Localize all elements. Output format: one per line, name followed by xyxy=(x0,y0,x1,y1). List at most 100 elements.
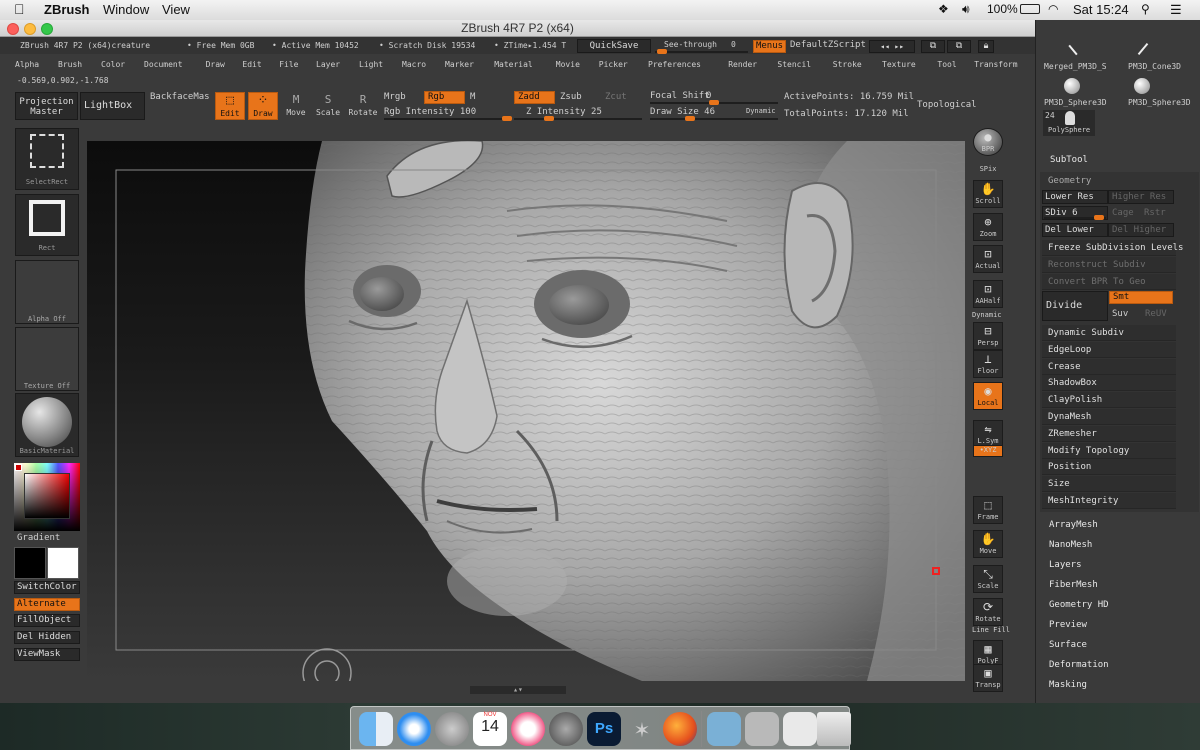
apple-menu-icon[interactable]:  xyxy=(14,1,25,17)
color-picker-square[interactable] xyxy=(24,473,70,519)
interface-arrows-icon[interactable]: ◂◂ ▸▸ xyxy=(869,40,915,53)
geometry-dynamesh-button[interactable]: DynaMesh xyxy=(1042,409,1176,425)
menu-draw[interactable]: Draw xyxy=(206,60,225,69)
menu-file[interactable]: File xyxy=(279,60,298,69)
frame-button[interactable]: ⬚ Frame xyxy=(973,496,1003,524)
color-picker[interactable] xyxy=(14,463,80,531)
edit-mode-button[interactable]: ⬚ Edit xyxy=(215,92,245,120)
subtool-section[interactable]: SubTool xyxy=(1050,155,1088,165)
rect-button[interactable]: Rect xyxy=(15,194,79,256)
menu-stroke[interactable]: Stroke xyxy=(833,60,862,69)
menu-brush[interactable]: Brush xyxy=(58,60,82,69)
freeze-subdiv-button[interactable]: Freeze SubDivision Levels xyxy=(1042,240,1183,256)
draw-mode-button[interactable]: ⁘ Draw xyxy=(248,92,278,120)
sphere-thumb-icon-2[interactable] xyxy=(1134,78,1150,94)
cage-button[interactable]: Cage xyxy=(1112,208,1134,218)
xyz-button[interactable]: •XYZ xyxy=(973,445,1003,457)
section-deformation[interactable]: Deformation xyxy=(1049,660,1109,670)
geometry-edgeloop-button[interactable]: EdgeLoop xyxy=(1042,341,1176,358)
view-menu[interactable]: View xyxy=(162,2,190,17)
menu-tool[interactable]: Tool xyxy=(937,60,956,69)
menu-edit[interactable]: Edit xyxy=(242,60,261,69)
del-higher-button[interactable]: Del Higher xyxy=(1108,223,1174,237)
geometry-header[interactable]: Geometry xyxy=(1048,176,1091,186)
dropbox-icon[interactable]: ❖ xyxy=(938,2,949,16)
section-arraymesh[interactable]: ArrayMesh xyxy=(1049,520,1098,530)
section-geometry-hd[interactable]: Geometry HD xyxy=(1049,600,1109,610)
focal-shift-slider[interactable] xyxy=(650,100,778,105)
canvas-scroll-handle-icon[interactable]: ▴▾ xyxy=(470,686,566,694)
photoshop-icon[interactable]: Ps xyxy=(587,712,621,746)
secondary-color-swatch[interactable] xyxy=(47,547,79,579)
zsub-button[interactable]: Zsub xyxy=(560,92,582,102)
clock[interactable]: Sat 15:24 xyxy=(1073,2,1129,17)
slider-knob[interactable] xyxy=(544,116,554,121)
move-view-button[interactable]: ✋ Move xyxy=(973,530,1003,558)
section-masking[interactable]: Masking xyxy=(1049,680,1087,690)
menu-picker[interactable]: Picker xyxy=(599,60,628,69)
section-layers[interactable]: Layers xyxy=(1049,560,1082,570)
trash-icon[interactable] xyxy=(817,712,851,746)
calendar-icon[interactable]: NOV 14 xyxy=(473,712,507,746)
local-button[interactable]: ◉ Local xyxy=(973,382,1003,410)
section-fibermesh[interactable]: FiberMesh xyxy=(1049,580,1098,590)
window-menu[interactable]: Window xyxy=(103,2,149,17)
rgb-intensity-slider[interactable] xyxy=(384,116,512,121)
menu-color[interactable]: Color xyxy=(101,60,125,69)
applications-folder-icon[interactable] xyxy=(707,712,741,746)
notification-center-icon[interactable]: ☰ xyxy=(1170,2,1182,18)
suv-toggle[interactable]: Suv xyxy=(1112,309,1128,319)
system-preferences-icon[interactable] xyxy=(549,712,583,746)
mrgb-button[interactable]: Mrgb xyxy=(384,92,406,102)
backface-mask-button[interactable]: BackfaceMas xyxy=(150,92,210,102)
safari-icon[interactable] xyxy=(397,712,431,746)
menu-render[interactable]: Render xyxy=(728,60,757,69)
geometry-meshintegrity-button[interactable]: MeshIntegrity xyxy=(1042,493,1176,509)
menu-stencil[interactable]: Stencil xyxy=(777,60,811,69)
zoom-window-icon[interactable] xyxy=(41,23,53,35)
rotate-view-button[interactable]: ⟳ Rotate xyxy=(973,598,1003,626)
merged-thumb-icon[interactable] xyxy=(1068,44,1078,56)
menu-transform[interactable]: Transform xyxy=(974,60,1017,69)
reconstruct-subdiv-button[interactable]: Reconstruct Subdiv xyxy=(1042,257,1176,273)
draw-size-slider[interactable] xyxy=(650,116,778,121)
scale-mode-button[interactable]: S Scale xyxy=(315,92,341,120)
color-marker-icon[interactable] xyxy=(15,464,22,471)
view-mask-button[interactable]: ViewMask xyxy=(14,648,80,661)
slider-knob[interactable] xyxy=(1094,215,1104,220)
quicksave-button[interactable]: QuickSave xyxy=(577,39,651,53)
battery-icon[interactable] xyxy=(1020,4,1040,14)
z-intensity-slider[interactable] xyxy=(514,116,642,121)
section-nanomesh[interactable]: NanoMesh xyxy=(1049,540,1092,550)
fill-object-button[interactable]: FillObject xyxy=(14,614,80,627)
scroll-button[interactable]: ✋ Scroll xyxy=(973,180,1003,208)
menu-alpha[interactable]: Alpha xyxy=(15,60,39,69)
higher-res-button[interactable]: Higher Res xyxy=(1108,190,1174,204)
geometry-claypolish-button[interactable]: ClayPolish xyxy=(1042,392,1176,409)
topological-button[interactable]: Topological xyxy=(917,100,977,110)
material-button[interactable]: BasicMaterial xyxy=(15,393,79,457)
switch-color-button[interactable]: SwitchColor xyxy=(14,581,80,594)
convert-bpr-button[interactable]: Convert BPR To Geo xyxy=(1042,274,1176,290)
launchpad-icon[interactable] xyxy=(435,712,469,746)
divide-button[interactable]: Divide xyxy=(1042,291,1108,321)
zadd-button[interactable]: Zadd xyxy=(514,91,555,104)
app-menu[interactable]: ZBrush xyxy=(44,2,90,17)
rstr-button[interactable]: Rstr xyxy=(1144,208,1166,218)
geometry-size-button[interactable]: Size xyxy=(1042,476,1176,493)
move-mode-button[interactable]: M Move xyxy=(283,92,309,120)
cone-thumb-icon[interactable] xyxy=(1137,42,1149,56)
menu-layer[interactable]: Layer xyxy=(316,60,340,69)
slider-knob[interactable] xyxy=(709,100,719,105)
lsym-button[interactable]: ⇋ L.Sym xyxy=(973,420,1003,448)
thumb-sphere-label[interactable]: PM3D_Sphere3D xyxy=(1044,98,1107,107)
sphere-thumb-icon[interactable] xyxy=(1064,78,1080,94)
spotlight-icon[interactable]: ⚲ xyxy=(1141,2,1150,16)
geometry-dynamic-subdiv-button[interactable]: Dynamic Subdiv xyxy=(1042,325,1176,341)
geometry-zremesher-button[interactable]: ZRemesher xyxy=(1042,425,1176,442)
menu-light[interactable]: Light xyxy=(359,60,383,69)
m-button[interactable]: M xyxy=(470,92,475,102)
finder-icon[interactable] xyxy=(359,712,393,746)
thumb-merged-label[interactable]: Merged_PM3D_S xyxy=(1044,62,1107,71)
menu-marker[interactable]: Marker xyxy=(445,60,474,69)
